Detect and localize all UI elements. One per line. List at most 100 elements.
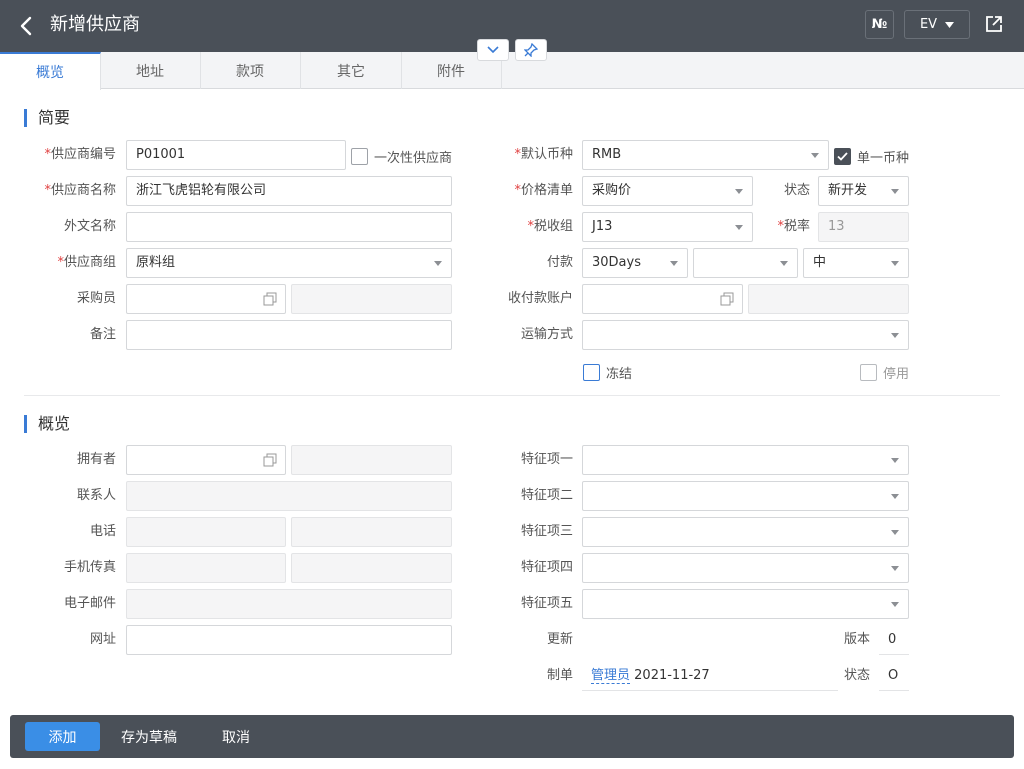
- ev-label: EV: [919, 17, 938, 32]
- back-icon[interactable]: [14, 12, 38, 40]
- supplier-code-label: *供应商编号: [44, 147, 116, 162]
- created-date: 2021-11-27: [634, 668, 710, 683]
- single-currency-checkbox[interactable]: 单一币种: [834, 146, 909, 166]
- checkbox-box: [860, 363, 877, 381]
- frozen-label: 冻结: [606, 366, 633, 382]
- fax-field: [291, 553, 452, 583]
- price-list-value: 采购价: [592, 183, 632, 198]
- feature4-select[interactable]: [582, 553, 909, 583]
- caret-down-icon: [891, 602, 899, 607]
- feature1-label: 特征项一: [520, 452, 573, 467]
- caret-down-icon: [891, 333, 899, 338]
- collapse-chevron-icon[interactable]: [477, 39, 509, 61]
- website-input[interactable]: [126, 625, 452, 655]
- frozen-checkbox[interactable]: 冻结: [583, 362, 632, 382]
- ev-dropdown[interactable]: EV: [904, 10, 970, 39]
- checkbox-box: [583, 363, 600, 381]
- caret-down-icon: [891, 458, 899, 463]
- number-button[interactable]: №: [865, 10, 894, 39]
- payment-value: 30Days: [592, 255, 641, 270]
- supplier-group-label: *供应商组: [57, 255, 116, 270]
- feature2-select[interactable]: [582, 481, 909, 511]
- creator-link[interactable]: 管理员: [591, 668, 631, 684]
- account-name-field: [748, 284, 909, 314]
- contact-label: 联系人: [76, 488, 116, 503]
- payment-priority-value: 中: [813, 255, 827, 270]
- lookup-icon[interactable]: [263, 292, 277, 306]
- caret-down-icon: [670, 261, 678, 266]
- action-bar: 添加 存为草稿 取消: [10, 715, 1014, 758]
- phone-label: 电话: [89, 524, 116, 539]
- cancel-button[interactable]: 取消: [210, 722, 262, 751]
- feature4-label: 特征项四: [520, 560, 573, 575]
- currency-select[interactable]: RMB: [582, 140, 829, 170]
- status-select[interactable]: 新开发: [818, 176, 909, 206]
- add-button[interactable]: 添加: [25, 722, 100, 751]
- one-time-supplier-label: 一次性供应商: [374, 150, 453, 166]
- pin-icon[interactable]: [515, 39, 547, 61]
- one-time-supplier-checkbox[interactable]: 一次性供应商: [351, 146, 452, 166]
- payment-priority-select[interactable]: 中: [803, 248, 909, 278]
- doc-status-label: 状态: [843, 668, 870, 683]
- caret-down-icon: [780, 261, 788, 266]
- owner-label: 拥有者: [76, 452, 116, 467]
- phone-field-2: [291, 517, 452, 547]
- supplier-name-label: *供应商名称: [44, 183, 116, 198]
- buyer-input[interactable]: [126, 284, 286, 314]
- currency-label: *默认币种: [514, 147, 573, 162]
- payment-label: 付款: [546, 255, 573, 270]
- disabled-checkbox[interactable]: 停用: [860, 362, 909, 382]
- tab-other[interactable]: 其它: [301, 52, 402, 89]
- tax-rate-label: *税率: [777, 219, 810, 234]
- feature3-select[interactable]: [582, 517, 909, 547]
- tax-group-value: J13: [592, 219, 613, 234]
- account-input[interactable]: [582, 284, 743, 314]
- caret-down-icon: [891, 189, 899, 194]
- tax-group-label: *税收组: [527, 219, 573, 234]
- tab-overview[interactable]: 概览: [0, 52, 101, 90]
- feature2-label: 特征项二: [520, 488, 573, 503]
- status-label: 状态: [783, 183, 810, 198]
- price-list-select[interactable]: 采购价: [582, 176, 753, 206]
- caret-down-icon: [735, 225, 743, 230]
- single-currency-label: 单一币种: [857, 150, 910, 166]
- external-link-icon[interactable]: [984, 14, 1004, 34]
- page-title: 新增供应商: [50, 14, 140, 35]
- caret-down-icon: [811, 153, 819, 158]
- remark-input[interactable]: [126, 320, 452, 350]
- status-value: 新开发: [828, 183, 868, 198]
- account-label: 收付款账户: [507, 291, 573, 306]
- foreign-name-input[interactable]: [126, 212, 452, 242]
- supplier-group-value: 原料组: [136, 255, 176, 270]
- feature3-label: 特征项三: [520, 524, 573, 539]
- feature1-select[interactable]: [582, 445, 909, 475]
- owner-input[interactable]: [126, 445, 286, 475]
- owner-name-field: [291, 445, 452, 475]
- supplier-group-select[interactable]: 原料组: [126, 248, 452, 278]
- caret-down-icon: [945, 21, 955, 28]
- created-info: 管理员 2021-11-27: [582, 661, 838, 691]
- supplier-code-input[interactable]: P01001: [126, 140, 346, 170]
- payment-terms-select[interactable]: 30Days: [582, 248, 688, 278]
- feature5-select[interactable]: [582, 589, 909, 619]
- lookup-icon[interactable]: [263, 453, 277, 467]
- phone-field-1: [126, 517, 286, 547]
- email-label: 电子邮件: [63, 596, 116, 611]
- lookup-icon[interactable]: [720, 292, 734, 306]
- tab-address[interactable]: 地址: [100, 52, 201, 89]
- foreign-name-label: 外文名称: [63, 219, 116, 234]
- tax-group-select[interactable]: J13: [582, 212, 753, 242]
- website-label: 网址: [89, 632, 116, 647]
- feature5-label: 特征项五: [520, 596, 573, 611]
- updated-label: 更新: [546, 632, 573, 647]
- currency-value: RMB: [592, 147, 622, 162]
- payment-method-select[interactable]: [693, 248, 798, 278]
- save-draft-button[interactable]: 存为草稿: [114, 722, 184, 751]
- shipping-select[interactable]: [582, 320, 909, 350]
- caret-down-icon: [434, 261, 442, 266]
- version-value: 0: [879, 625, 909, 655]
- supplier-name-input[interactable]: 浙江飞虎铝轮有限公司: [126, 176, 452, 206]
- mobile-fax-label: 手机传真: [63, 560, 116, 575]
- tab-payment-terms[interactable]: 款项: [200, 52, 301, 89]
- caret-down-icon: [735, 189, 743, 194]
